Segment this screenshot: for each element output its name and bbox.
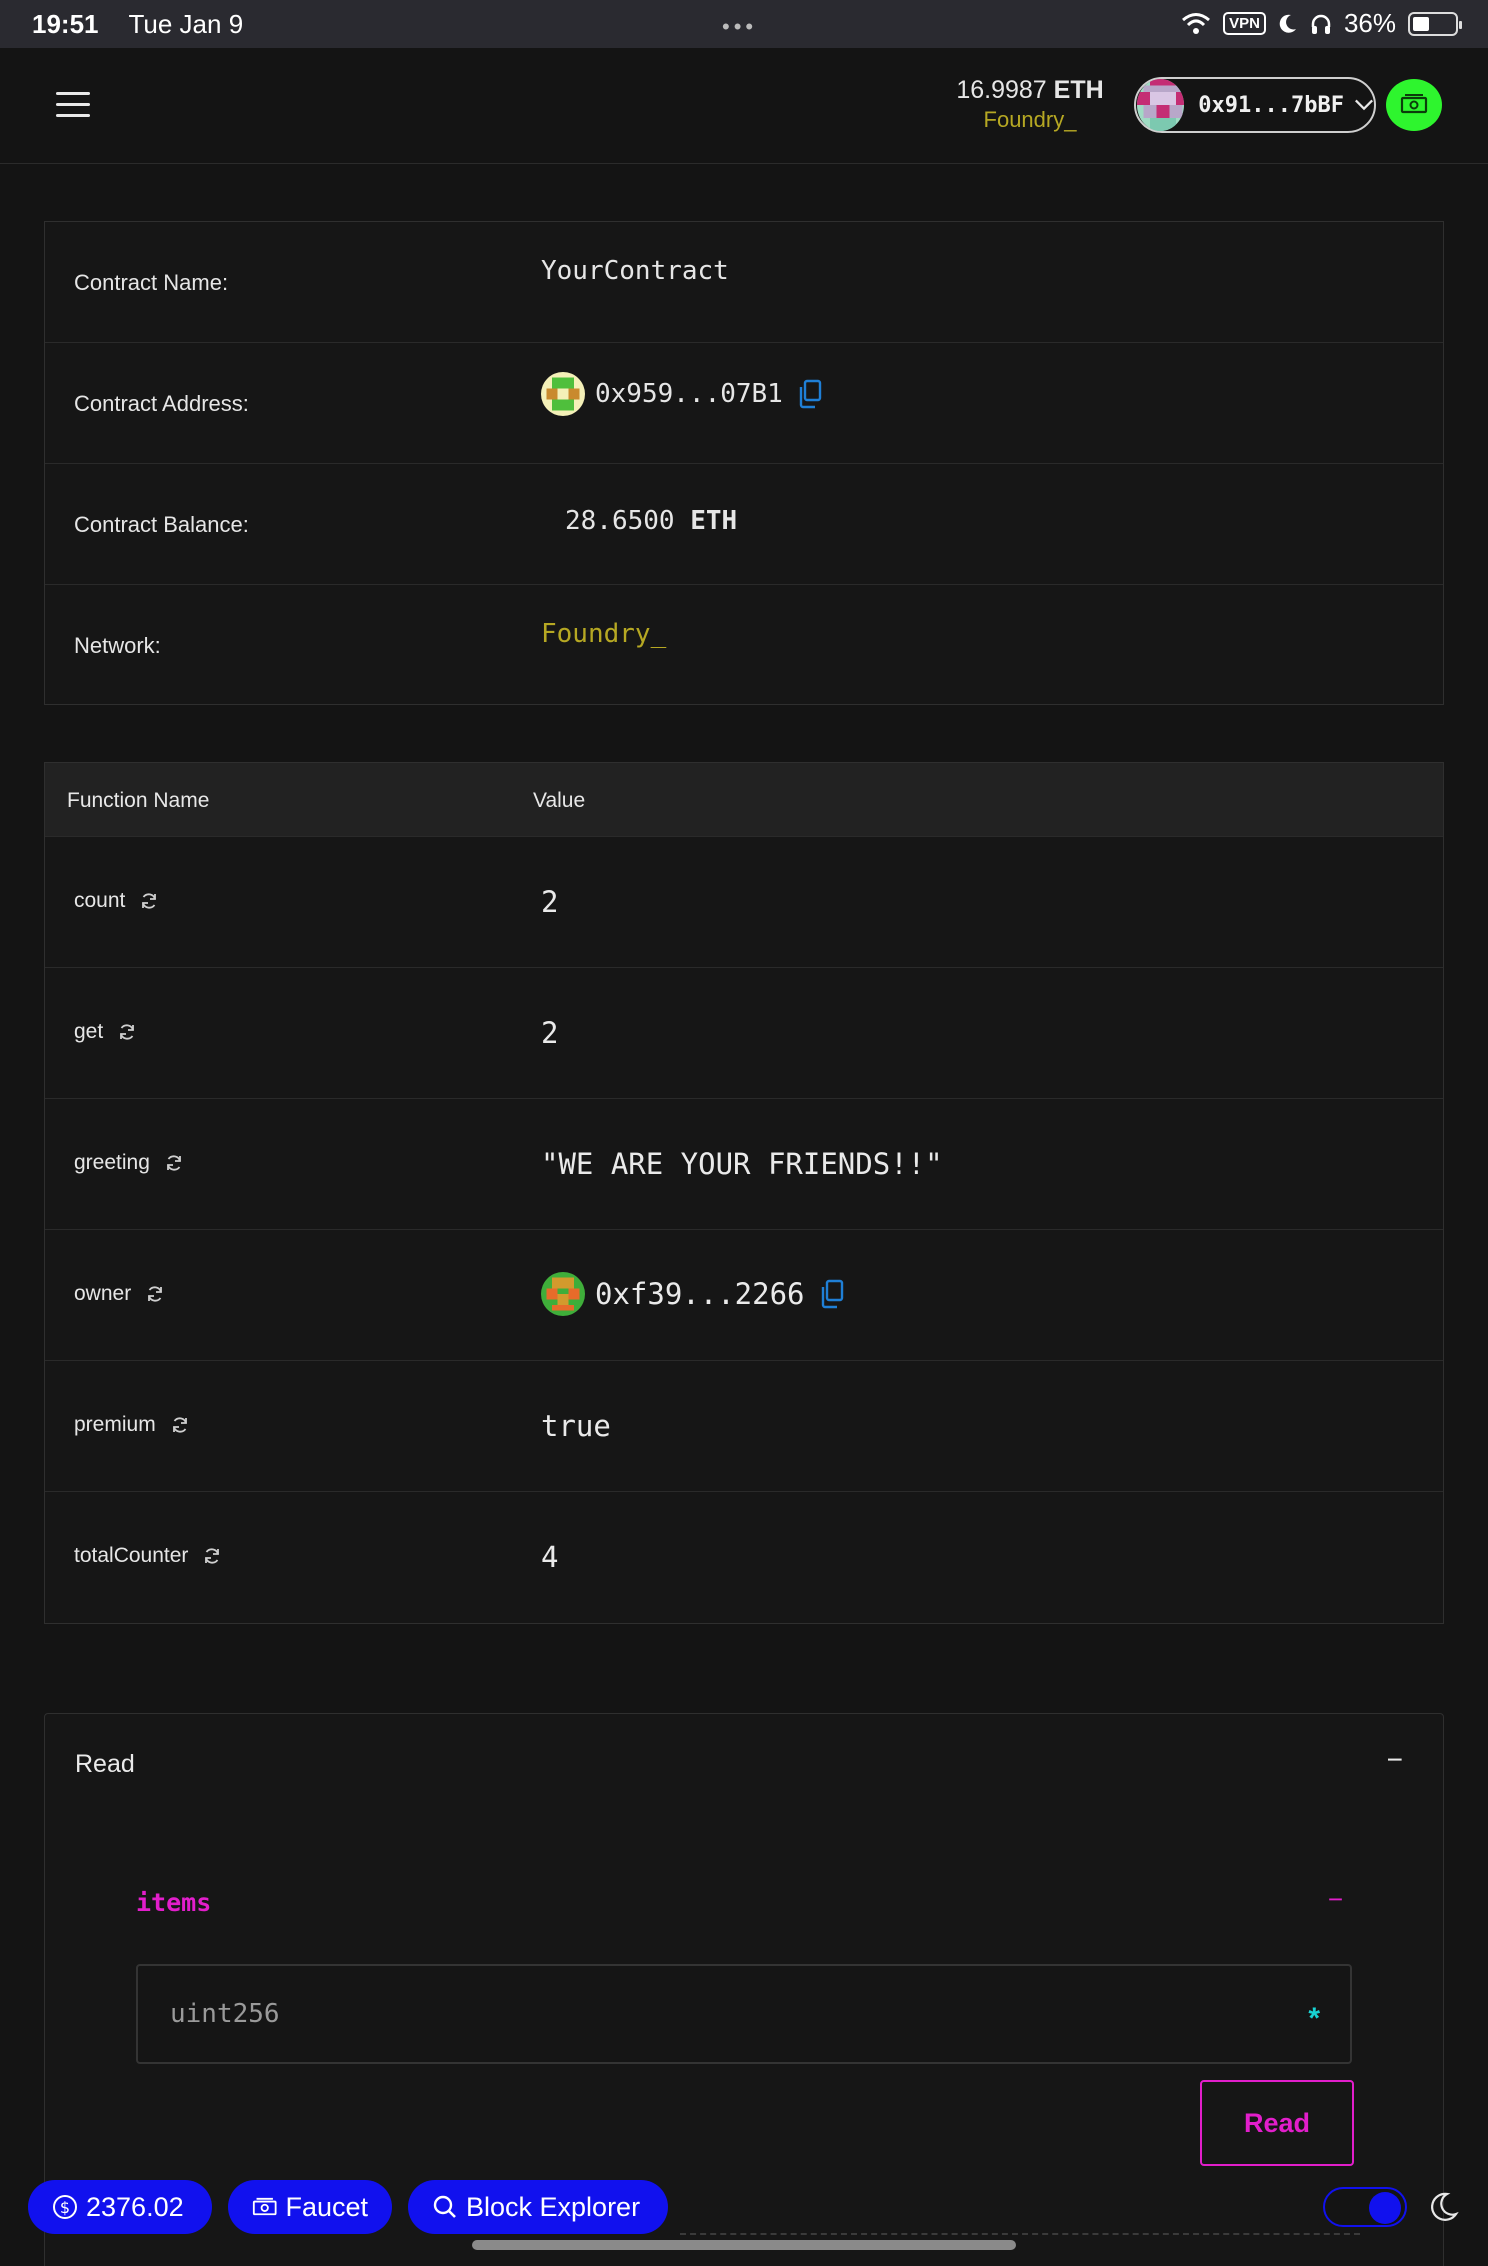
- theme-toggle[interactable]: [1323, 2187, 1407, 2227]
- column-header-value: Value: [533, 789, 586, 812]
- function-value: "WE ARE YOUR FRIENDS!!": [541, 1147, 943, 1181]
- status-time: 19:51: [32, 8, 99, 39]
- wallet-balance: 16.9987 ETH Foundry_: [940, 76, 1120, 133]
- read-panel-collapse-button[interactable]: −: [1387, 1744, 1403, 1776]
- function-name: greeting: [74, 1151, 150, 1174]
- function-row-get: get 2: [45, 968, 1443, 1099]
- refresh-icon[interactable]: [145, 1284, 165, 1304]
- column-header-function-name: Function Name: [67, 789, 210, 812]
- function-row-premium: premium true: [45, 1361, 1443, 1492]
- required-marker: *: [1308, 2002, 1320, 2035]
- uint256-input-wrapper: *: [136, 1964, 1352, 2064]
- function-value: 2: [541, 1016, 559, 1050]
- function-row-totalcounter: totalCounter 4: [45, 1492, 1443, 1623]
- divider: [680, 2233, 1360, 2235]
- chevron-down-icon: [1355, 99, 1373, 111]
- network-row: Network: Foundry_: [45, 585, 1443, 706]
- function-name: premium: [74, 1413, 156, 1436]
- search-icon: [433, 2195, 456, 2218]
- read-function-name: items: [136, 1888, 212, 1917]
- contract-blockie-avatar: [541, 372, 585, 416]
- owner-blockie-avatar: [541, 1272, 585, 1316]
- network-name: Foundry_: [983, 107, 1077, 132]
- copy-address-icon[interactable]: [797, 379, 823, 409]
- function-row-owner: owner 0xf39...2266: [45, 1230, 1443, 1361]
- menu-icon[interactable]: [56, 92, 90, 118]
- contract-balance-label: Contract Balance:: [74, 512, 249, 537]
- account-dropdown-button[interactable]: 0x91...7bBF: [1134, 77, 1376, 133]
- network-value: Foundry_: [541, 619, 667, 649]
- home-indicator[interactable]: [472, 2240, 1016, 2250]
- battery-percent: 36%: [1343, 8, 1396, 38]
- svg-text:$: $: [60, 2198, 70, 2217]
- function-row-greeting: greeting "WE ARE YOUR FRIENDS!!": [45, 1099, 1443, 1230]
- network-label: Network:: [74, 633, 161, 658]
- function-value: true: [541, 1409, 611, 1443]
- refresh-icon[interactable]: [139, 891, 159, 911]
- eth-price-button[interactable]: $ 2376.02: [28, 2180, 212, 2234]
- contract-balance-value: 28.6500: [565, 506, 675, 536]
- multitasking-dots-icon[interactable]: •••: [722, 14, 757, 40]
- block-explorer-label: Block Explorer: [466, 2191, 641, 2222]
- faucet-label: Faucet: [285, 2191, 368, 2222]
- app-header: 16.9987 ETH Foundry_ 0x91...7bBF: [0, 48, 1488, 164]
- contract-address-row: Contract Address: 0x959...07B1: [45, 343, 1443, 464]
- eth-price-value: 2376.02: [86, 2191, 184, 2222]
- read-panel-title: Read: [75, 1750, 135, 1778]
- banknote-icon: [1400, 94, 1428, 114]
- account-avatar: [1137, 79, 1185, 131]
- local-faucet-button[interactable]: [1386, 79, 1442, 131]
- dollar-circle-icon: $: [53, 2195, 77, 2219]
- status-bar: 19:51 Tue Jan 9 ••• VPN 36%: [0, 0, 1488, 48]
- function-value: 2: [541, 885, 559, 919]
- vpn-badge: VPN: [1223, 12, 1266, 35]
- battery-icon: [1408, 11, 1462, 36]
- moon-icon: [1431, 2192, 1459, 2221]
- contract-address-value[interactable]: 0x959...07B1: [595, 379, 783, 409]
- banknote-icon: [252, 2197, 277, 2216]
- function-value: 4: [541, 1540, 559, 1574]
- function-name: owner: [74, 1282, 132, 1305]
- block-explorer-button[interactable]: Block Explorer: [408, 2180, 668, 2234]
- read-function-collapse-button[interactable]: −: [1328, 1884, 1343, 1915]
- status-date: Tue Jan 9: [128, 8, 244, 39]
- contract-balance-row: Contract Balance: 28.6500 ETH: [45, 464, 1443, 585]
- function-name: count: [74, 889, 126, 912]
- read-button[interactable]: Read: [1200, 2080, 1354, 2166]
- function-name: get: [74, 1020, 104, 1043]
- functions-table: Function Name Value count 2 get 2 greeti…: [44, 762, 1444, 1624]
- contract-address-label: Contract Address:: [74, 391, 249, 416]
- refresh-icon[interactable]: [117, 1022, 137, 1042]
- functions-table-header: Function Name Value: [45, 763, 1443, 837]
- contract-name-value: YourContract: [541, 256, 729, 286]
- wallet-balance-value: 16.9987: [956, 76, 1047, 104]
- account-address: 0x91...7bBF: [1198, 92, 1344, 118]
- function-value[interactable]: 0xf39...2266: [595, 1277, 805, 1311]
- contract-balance-unit: ETH: [690, 506, 738, 536]
- function-name: totalCounter: [74, 1544, 189, 1567]
- faucet-button[interactable]: Faucet: [228, 2180, 392, 2234]
- function-row-count: count 2: [45, 837, 1443, 968]
- contract-name-row: Contract Name: YourContract: [45, 222, 1443, 343]
- refresh-icon[interactable]: [164, 1153, 184, 1173]
- copy-address-icon[interactable]: [819, 1279, 845, 1309]
- refresh-icon[interactable]: [170, 1415, 190, 1435]
- headphones-icon: [1311, 14, 1331, 34]
- contract-name-label: Contract Name:: [74, 270, 229, 295]
- moon-status-icon: [1279, 14, 1296, 33]
- refresh-icon[interactable]: [202, 1546, 222, 1566]
- wifi-icon: [1182, 12, 1211, 34]
- contract-info-card: Contract Name: YourContract Contract Add…: [44, 221, 1444, 705]
- wallet-balance-unit: ETH: [1053, 76, 1104, 104]
- uint256-input[interactable]: [138, 1966, 1350, 2062]
